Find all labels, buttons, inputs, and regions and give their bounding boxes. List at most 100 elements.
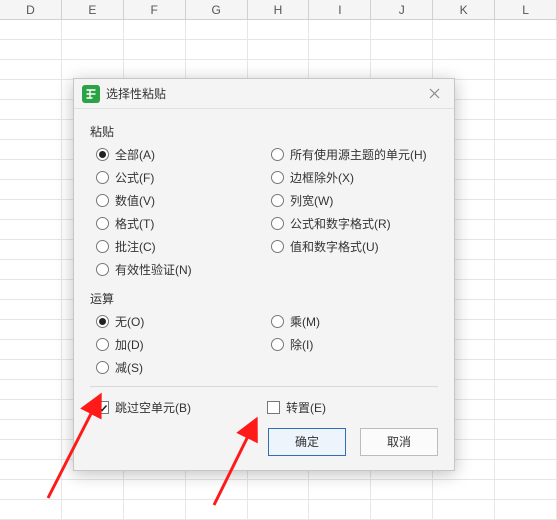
column-header[interactable]: H — [248, 0, 310, 19]
cell[interactable] — [495, 20, 557, 40]
cell[interactable] — [433, 480, 495, 500]
radio-formulas[interactable]: 公式(F) — [96, 169, 263, 186]
cell[interactable] — [248, 40, 310, 60]
cell[interactable] — [124, 40, 186, 60]
cell[interactable] — [0, 400, 62, 420]
cell[interactable] — [495, 420, 557, 440]
cell[interactable] — [124, 500, 186, 520]
cell[interactable] — [0, 80, 62, 100]
cell[interactable] — [248, 60, 310, 80]
cell[interactable] — [309, 500, 371, 520]
cell[interactable] — [495, 320, 557, 340]
cancel-button[interactable]: 取消 — [360, 428, 438, 456]
cell[interactable] — [248, 500, 310, 520]
cell[interactable] — [0, 20, 62, 40]
cell[interactable] — [0, 300, 62, 320]
cell[interactable] — [186, 60, 248, 80]
cell[interactable] — [0, 100, 62, 120]
cell[interactable] — [124, 480, 186, 500]
cell[interactable] — [371, 60, 433, 80]
cell[interactable] — [433, 40, 495, 60]
radio-numfmt[interactable]: 公式和数字格式(R) — [271, 215, 438, 232]
cell[interactable] — [62, 60, 124, 80]
cell[interactable] — [495, 200, 557, 220]
cell[interactable] — [433, 500, 495, 520]
checkbox-transpose[interactable]: 转置(E) — [267, 399, 438, 416]
cell[interactable] — [0, 260, 62, 280]
radio-op-none[interactable]: 无(O) — [96, 313, 263, 330]
cell[interactable] — [62, 480, 124, 500]
cell[interactable] — [495, 260, 557, 280]
radio-theme[interactable]: 所有使用源主题的单元(H) — [271, 146, 438, 163]
cell[interactable] — [248, 480, 310, 500]
cell[interactable] — [495, 480, 557, 500]
cell[interactable] — [0, 360, 62, 380]
dialog-titlebar[interactable]: 选择性粘贴 — [74, 79, 454, 109]
cell[interactable] — [0, 440, 62, 460]
cell[interactable] — [0, 140, 62, 160]
radio-op-mul[interactable]: 乘(M) — [271, 313, 438, 330]
column-header[interactable]: L — [495, 0, 557, 19]
cell[interactable] — [495, 340, 557, 360]
cell[interactable] — [0, 240, 62, 260]
column-header[interactable]: J — [371, 0, 433, 19]
cell[interactable] — [371, 500, 433, 520]
checkbox-skip-blanks[interactable]: 跳过空单元(B) — [96, 399, 267, 416]
cell[interactable] — [0, 40, 62, 60]
cell[interactable] — [309, 480, 371, 500]
cell[interactable] — [186, 500, 248, 520]
cell[interactable] — [433, 60, 495, 80]
cell[interactable] — [0, 60, 62, 80]
column-header[interactable]: F — [124, 0, 186, 19]
column-header[interactable]: I — [309, 0, 371, 19]
ok-button[interactable]: 确定 — [268, 428, 346, 456]
radio-op-add[interactable]: 加(D) — [96, 336, 263, 353]
radio-noborder[interactable]: 边框除外(X) — [271, 169, 438, 186]
cell[interactable] — [495, 240, 557, 260]
cell[interactable] — [371, 40, 433, 60]
cell[interactable] — [124, 20, 186, 40]
radio-colwidth[interactable]: 列宽(W) — [271, 192, 438, 209]
cell[interactable] — [186, 40, 248, 60]
cell[interactable] — [0, 380, 62, 400]
cell[interactable] — [0, 340, 62, 360]
cell[interactable] — [309, 20, 371, 40]
cell[interactable] — [495, 60, 557, 80]
cell[interactable] — [495, 380, 557, 400]
cell[interactable] — [0, 220, 62, 240]
cell[interactable] — [0, 420, 62, 440]
cell[interactable] — [495, 180, 557, 200]
cell[interactable] — [124, 60, 186, 80]
cell[interactable] — [248, 20, 310, 40]
column-header[interactable]: G — [186, 0, 248, 19]
cell[interactable] — [0, 160, 62, 180]
radio-valfmt[interactable]: 值和数字格式(U) — [271, 238, 438, 255]
cell[interactable] — [186, 480, 248, 500]
cell[interactable] — [495, 440, 557, 460]
cell[interactable] — [309, 60, 371, 80]
cell[interactable] — [495, 460, 557, 480]
radio-all[interactable]: 全部(A) — [96, 146, 263, 163]
cell[interactable] — [495, 400, 557, 420]
close-button[interactable] — [422, 82, 446, 106]
cell[interactable] — [495, 120, 557, 140]
radio-op-div[interactable]: 除(I) — [271, 336, 438, 353]
cell[interactable] — [309, 40, 371, 60]
cell[interactable] — [0, 460, 62, 480]
cell[interactable] — [495, 160, 557, 180]
cell[interactable] — [495, 40, 557, 60]
cell[interactable] — [62, 500, 124, 520]
radio-comments[interactable]: 批注(C) — [96, 238, 263, 255]
cell[interactable] — [62, 20, 124, 40]
cell[interactable] — [495, 360, 557, 380]
cell[interactable] — [0, 500, 62, 520]
cell[interactable] — [495, 220, 557, 240]
cell[interactable] — [62, 40, 124, 60]
column-header[interactable]: D — [0, 0, 62, 19]
cell[interactable] — [186, 20, 248, 40]
cell[interactable] — [495, 100, 557, 120]
radio-formats[interactable]: 格式(T) — [96, 215, 263, 232]
cell[interactable] — [495, 140, 557, 160]
cell[interactable] — [495, 300, 557, 320]
radio-validation[interactable]: 有效性验证(N) — [96, 261, 263, 278]
